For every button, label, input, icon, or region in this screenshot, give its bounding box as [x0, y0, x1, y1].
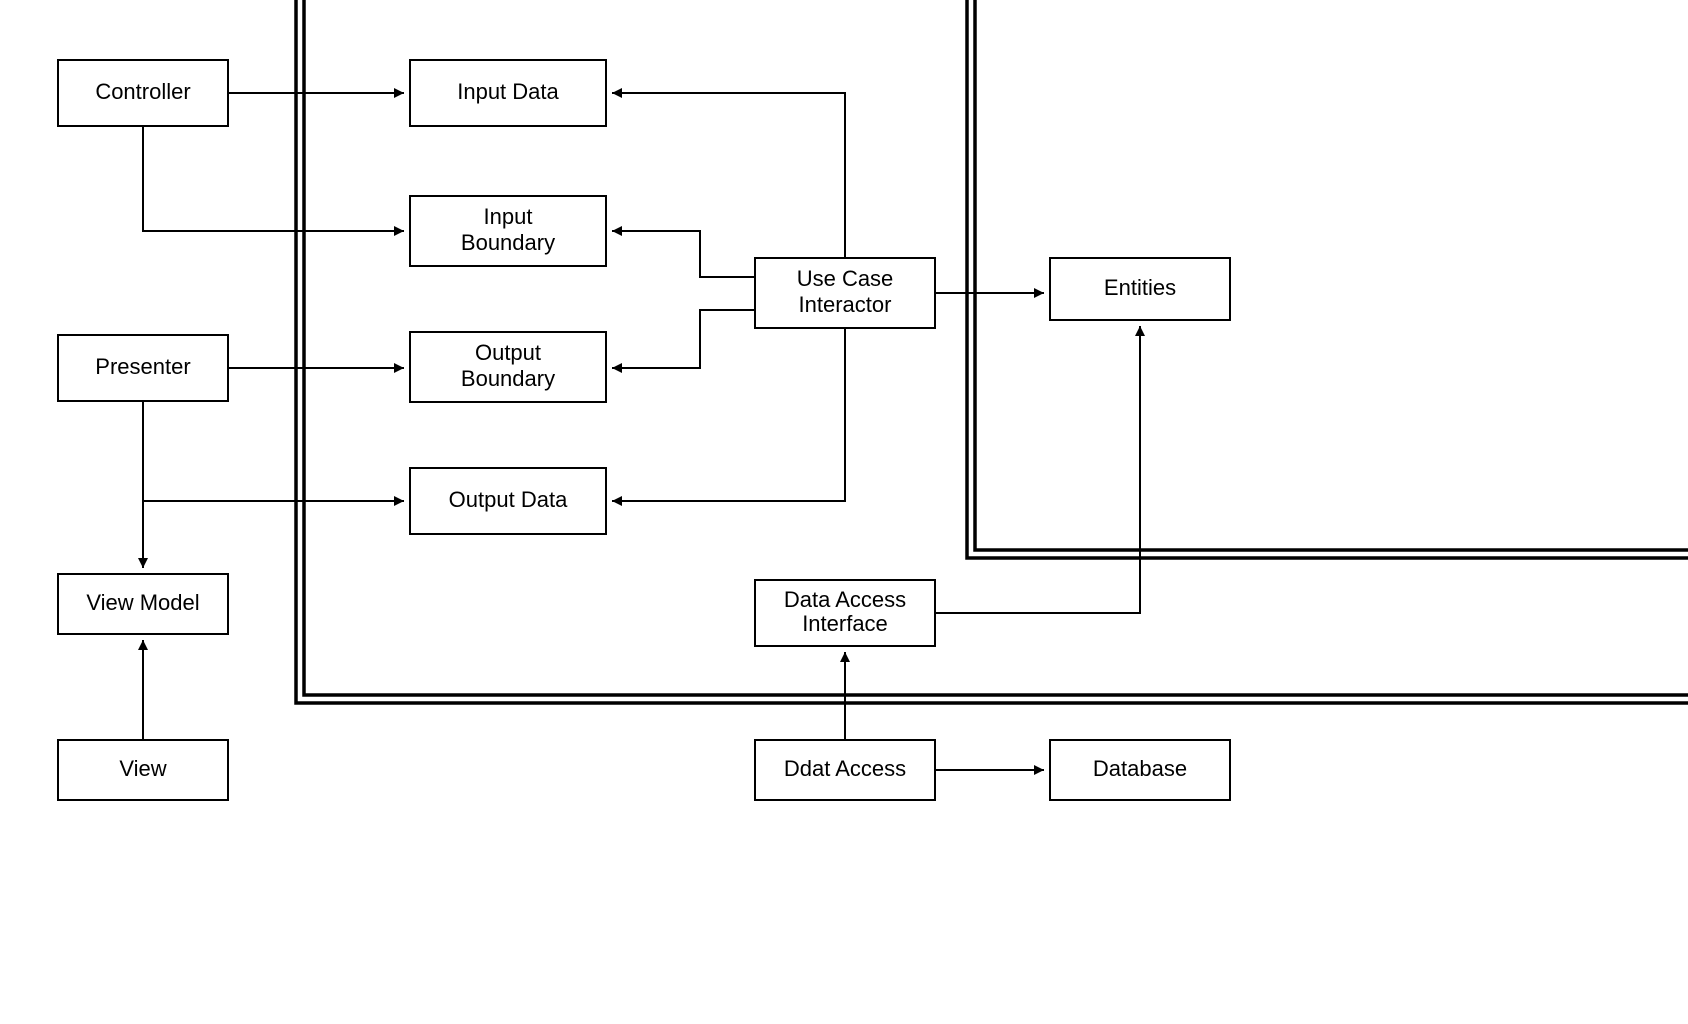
output-boundary-l1: Output	[475, 340, 541, 365]
output-data-label: Output Data	[449, 487, 568, 512]
presenter-label: Presenter	[95, 354, 190, 379]
view-model-label: View Model	[86, 590, 199, 615]
entities-label: Entities	[1104, 275, 1176, 300]
database-label: Database	[1093, 756, 1187, 781]
architecture-diagram: Controller Presenter View Model View Inp…	[0, 0, 1688, 1024]
input-boundary-l2: Boundary	[461, 230, 555, 255]
use-case-l1: Use Case	[797, 266, 894, 291]
dai-l1: Data Access	[784, 587, 906, 612]
input-boundary-l1: Input	[484, 204, 533, 229]
output-boundary-l2: Boundary	[461, 366, 555, 391]
controller-label: Controller	[95, 79, 190, 104]
input-data-label: Input Data	[457, 79, 559, 104]
data-access-label: Ddat Access	[784, 756, 906, 781]
use-case-l2: Interactor	[799, 292, 892, 317]
dai-l2: Interface	[802, 611, 888, 636]
view-label: View	[119, 756, 166, 781]
